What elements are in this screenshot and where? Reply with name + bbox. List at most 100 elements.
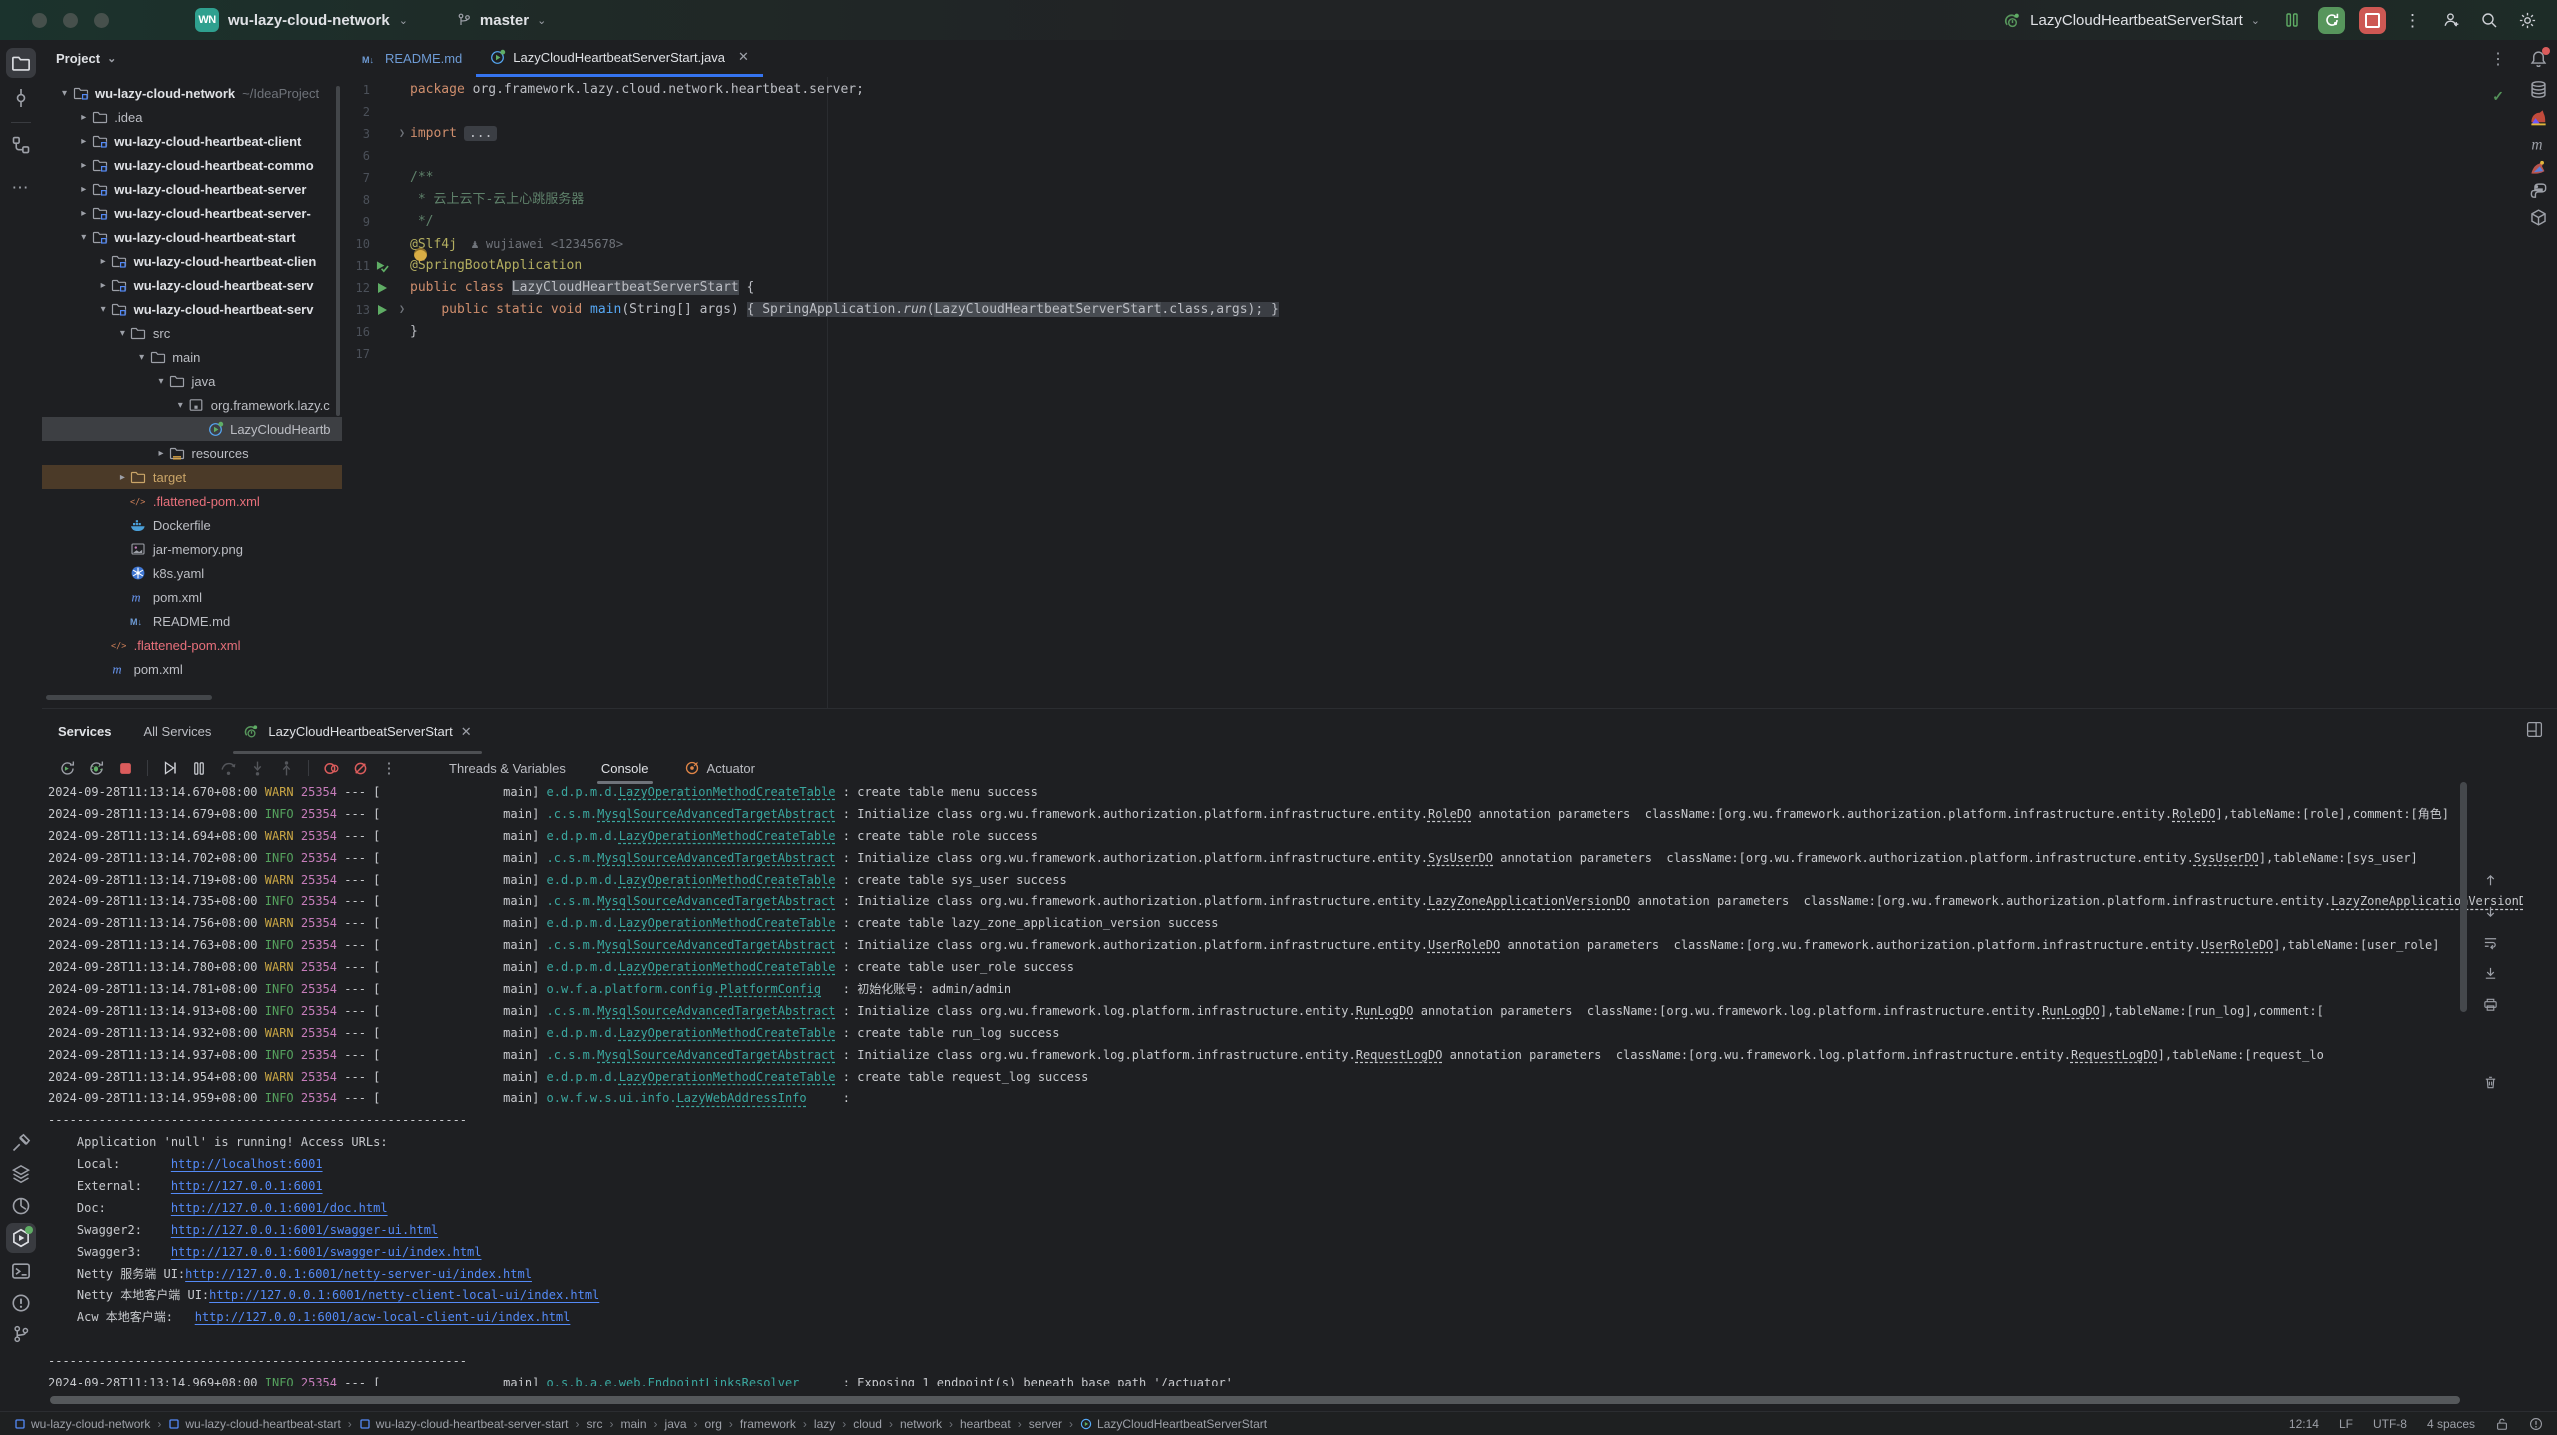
scroll-to-end-icon[interactable]: [2479, 962, 2501, 984]
structure-tool-button[interactable]: [6, 130, 36, 160]
breadcrumb-item[interactable]: heartbeat: [960, 1417, 1011, 1431]
logger-link[interactable]: MysqlSourceAdvancedTargetAbstract: [597, 1048, 835, 1062]
breadcrumb-item[interactable]: cloud: [853, 1417, 882, 1431]
vcs-branch-widget[interactable]: master ⌄: [456, 12, 546, 29]
breadcrumb-item[interactable]: framework: [740, 1417, 796, 1431]
layout-settings-icon[interactable]: [2526, 721, 2543, 738]
chevron-right-icon[interactable]: ▸: [96, 256, 111, 267]
database-tool-button[interactable]: [2527, 78, 2549, 100]
logger-link[interactable]: PlatformConfig: [720, 982, 821, 996]
logger-link[interactable]: EndpointLinksResolver: [648, 1376, 800, 1386]
chevron-right-icon[interactable]: ▸: [96, 280, 111, 291]
chevron-down-icon[interactable]: ▾: [173, 400, 188, 411]
print-icon[interactable]: [2479, 993, 2501, 1015]
step-out-icon[interactable]: [275, 757, 297, 779]
tree-item-wu-lazy-cloud-heartbeat-serv[interactable]: ▾wu-lazy-cloud-heartbeat-serv: [42, 297, 342, 321]
step-into-icon[interactable]: [246, 757, 268, 779]
chevron-down-icon[interactable]: ▾: [96, 304, 111, 315]
rerun-icon[interactable]: [56, 757, 78, 779]
plugin-icon[interactable]: [2527, 156, 2549, 178]
breadcrumb-item[interactable]: lazy: [814, 1417, 835, 1431]
resume-program-icon[interactable]: [159, 757, 181, 779]
class-link[interactable]: UserRoleDO: [1428, 938, 1500, 952]
chevron-down-icon[interactable]: ▾: [154, 376, 169, 387]
caret-position[interactable]: 12:14: [2289, 1417, 2319, 1431]
breadcrumb-item[interactable]: server: [1029, 1417, 1062, 1431]
run-configuration-selector[interactable]: LazyCloudHeartbeatServerStart ⌄: [2003, 11, 2260, 30]
breadcrumb-item[interactable]: org: [705, 1417, 722, 1431]
tab-console[interactable]: Console: [587, 754, 663, 782]
close-icon[interactable]: ✕: [461, 724, 472, 740]
notifications-button[interactable]: [2527, 48, 2549, 70]
logger-link[interactable]: MysqlSourceAdvancedTargetAbstract: [597, 851, 835, 865]
project-widget[interactable]: WN wu-lazy-cloud-network ⌄: [195, 8, 408, 32]
run-gutter-icon[interactable]: [375, 277, 389, 299]
tab-running-service[interactable]: LazyCloudHeartbeatServerStart ✕: [227, 709, 487, 754]
breadcrumb-item[interactable]: wu-lazy-cloud-heartbeat-start: [168, 1417, 340, 1431]
console-url[interactable]: http://localhost:6001: [171, 1157, 323, 1171]
stop-icon[interactable]: [114, 757, 136, 779]
scroll-down-icon[interactable]: [2479, 900, 2501, 922]
project-tool-button[interactable]: [6, 48, 36, 78]
console-url[interactable]: http://127.0.0.1:6001/acw-local-client-u…: [195, 1310, 571, 1324]
tree-item-wu-lazy-cloud-heartbeat-serv[interactable]: ▸wu-lazy-cloud-heartbeat-serv: [42, 273, 342, 297]
logger-link[interactable]: MysqlSourceAdvancedTargetAbstract: [597, 894, 835, 908]
rerun-debug-icon[interactable]: [85, 757, 107, 779]
version-control-tool-button[interactable]: [6, 1319, 36, 1349]
console-url[interactable]: http://127.0.0.1:6001/swagger-ui/index.h…: [171, 1245, 482, 1259]
tree-item-org-framework-lazy-c[interactable]: ▾org.framework.lazy.c: [42, 393, 342, 417]
logger-link[interactable]: LazyOperationMethodCreateTable: [619, 960, 836, 974]
tree-item-wu-lazy-cloud-heartbeat-start[interactable]: ▾wu-lazy-cloud-heartbeat-start: [42, 225, 342, 249]
tree-item-wu-lazy-cloud-heartbeat-client[interactable]: ▸wu-lazy-cloud-heartbeat-client: [42, 129, 342, 153]
tree-item-wu-lazy-cloud-heartbeat-commo[interactable]: ▸wu-lazy-cloud-heartbeat-commo: [42, 153, 342, 177]
window-close-button[interactable]: [32, 13, 47, 28]
chevron-right-icon[interactable]: ▸: [76, 208, 91, 219]
project-tree-horizontal-scrollbar[interactable]: [46, 695, 212, 700]
tree-item-main[interactable]: ▾main: [42, 345, 342, 369]
problems-tool-button[interactable]: [6, 1288, 36, 1318]
console-url[interactable]: http://127.0.0.1:6001/netty-client-local…: [209, 1288, 599, 1302]
tree-item-target[interactable]: ▸target: [42, 465, 342, 489]
tab-all-services[interactable]: All Services: [128, 709, 228, 754]
chevron-down-icon[interactable]: ▾: [76, 232, 91, 243]
breadcrumb-item[interactable]: wu-lazy-cloud-network: [14, 1417, 150, 1431]
window-zoom-button[interactable]: [94, 13, 109, 28]
logger-link[interactable]: LazyOperationMethodCreateTable: [619, 785, 836, 799]
tree-item-jar-memory-png[interactable]: jar-memory.png: [42, 537, 342, 561]
tab-lazycloudheartbeatserverstart[interactable]: LazyCloudHeartbeatServerStart.java ✕: [476, 40, 763, 77]
dependencies-tool-button[interactable]: [6, 1159, 36, 1189]
code-with-me-button[interactable]: [2439, 8, 2463, 32]
maven-tool-button[interactable]: m: [2527, 132, 2549, 154]
stop-button[interactable]: [2359, 7, 2386, 34]
more-tool-windows-button[interactable]: ⋯: [6, 173, 36, 203]
logger-link[interactable]: LazyOperationMethodCreateTable: [619, 916, 836, 930]
logger-link[interactable]: LazyOperationMethodCreateTable: [619, 1070, 836, 1084]
tree-item-dockerfile[interactable]: Dockerfile: [42, 513, 342, 537]
python-plugin-button[interactable]: [2527, 180, 2549, 202]
breadcrumb-item[interactable]: src: [587, 1417, 603, 1431]
tree-item-pom-xml[interactable]: mpom.xml: [42, 585, 342, 609]
clear-console-icon[interactable]: [2479, 1071, 2501, 1093]
class-link[interactable]: SysUserDO: [1428, 851, 1493, 865]
settings-button[interactable]: [2515, 8, 2539, 32]
class-link[interactable]: RoleDO: [2172, 807, 2215, 821]
tree-item-readme-md[interactable]: M↓README.md: [42, 609, 342, 633]
chevron-right-icon[interactable]: ▸: [76, 136, 91, 147]
class-link[interactable]: RunLogDO: [2042, 1004, 2100, 1018]
mute-breakpoints-icon[interactable]: [349, 757, 371, 779]
chevron-down-icon[interactable]: ▾: [57, 88, 72, 99]
class-link[interactable]: RequestLogDO: [2071, 1048, 2158, 1062]
indent-setting[interactable]: 4 spaces: [2427, 1417, 2475, 1431]
tab-threads-variables[interactable]: Threads & Variables: [435, 754, 580, 782]
console-url[interactable]: http://127.0.0.1:6001/doc.html: [171, 1201, 388, 1215]
chevron-right-icon[interactable]: ▸: [76, 160, 91, 171]
file-encoding[interactable]: UTF-8: [2373, 1417, 2407, 1431]
tree-item-wu-lazy-cloud-heartbeat-clien[interactable]: ▸wu-lazy-cloud-heartbeat-clien: [42, 249, 342, 273]
class-link[interactable]: RunLogDO: [1356, 1004, 1414, 1018]
tree-item--flattened-pom-xml[interactable]: </>.flattened-pom.xml: [42, 489, 342, 513]
fold-gutter-icon[interactable]: ❯: [395, 299, 409, 321]
scroll-up-icon[interactable]: [2479, 869, 2501, 891]
notifications-status-icon[interactable]: [2529, 1417, 2543, 1431]
tree-item-wu-lazy-cloud-network[interactable]: ▾wu-lazy-cloud-network~/IdeaProject: [42, 81, 342, 105]
breadcrumb-item[interactable]: network: [900, 1417, 942, 1431]
